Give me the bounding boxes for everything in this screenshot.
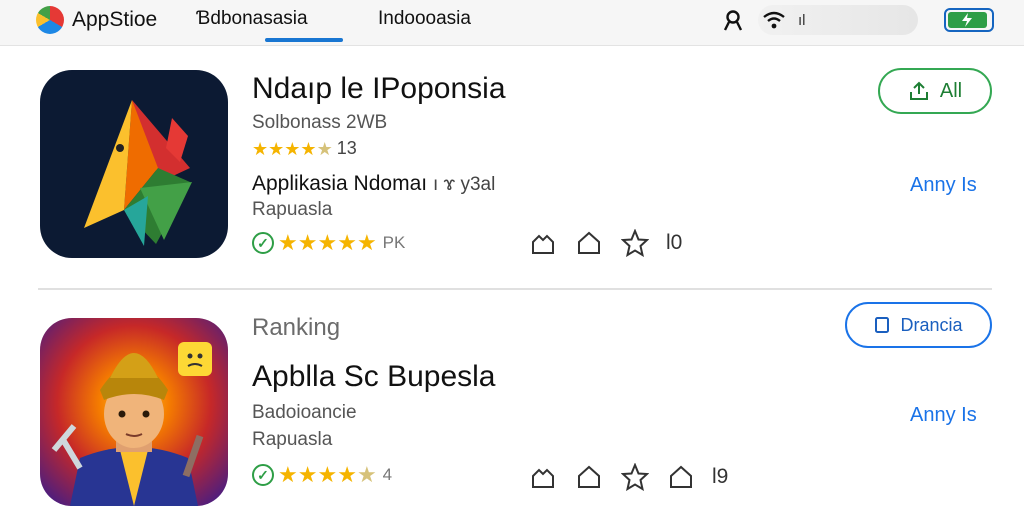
check-icon: ✓ <box>252 232 274 254</box>
app-icon-apblla[interactable] <box>40 318 228 506</box>
app-title[interactable]: Apblla Sc Bupesla <box>252 360 496 394</box>
active-tab-indicator <box>265 38 343 42</box>
app-icon-ndaip[interactable] <box>40 70 228 258</box>
wifi-icon <box>762 10 786 30</box>
star-icon: ★ <box>356 230 377 255</box>
home-icon[interactable] <box>666 462 696 492</box>
star-icon: ★ <box>337 230 357 255</box>
verified-label: PK <box>382 233 406 252</box>
action-bar: l0 <box>528 228 682 258</box>
action-bar: l9 <box>528 462 728 492</box>
side-link[interactable]: Anny Is <box>910 174 977 197</box>
actions-count: l0 <box>666 231 683 254</box>
signal-icon: ıl <box>798 11 806 29</box>
rating-stars: ★ ★ ★ ★ ★ 13 <box>252 138 357 159</box>
share-icon[interactable] <box>528 462 558 492</box>
rating-count: 13 <box>336 138 357 158</box>
home-icon[interactable] <box>574 462 604 492</box>
star-icon: ★ <box>268 138 285 159</box>
star-icon: ★ <box>284 138 301 159</box>
star-icon: ★ <box>297 462 318 487</box>
star-icon: ★ <box>278 462 298 487</box>
developer-name[interactable]: Applikasia Ndomaı <box>252 172 427 195</box>
ranking-label: Ranking <box>252 314 341 341</box>
account-icon[interactable] <box>722 9 744 31</box>
brand-name: AppStioe <box>72 8 158 31</box>
share-icon[interactable] <box>528 228 558 258</box>
star-icon: ★ <box>317 462 338 487</box>
brand[interactable]: AppStioe <box>36 6 157 34</box>
region-label: Rapuasla <box>252 429 333 450</box>
star-icon: ★ <box>300 138 317 159</box>
star-outline-icon[interactable] <box>620 462 650 492</box>
app-subtitle: Solbonass 2WB <box>252 112 388 133</box>
star-icon: ★ <box>317 230 338 255</box>
actions-count: l9 <box>712 465 729 488</box>
star-icon: ★ <box>278 230 298 255</box>
verified-rating: ✓ ★ ★ ★ ★ ★ PK <box>252 232 405 254</box>
tab-bdbonasasia[interactable]: Ɓdbonasasia <box>196 8 308 30</box>
system-tray: ıl <box>758 5 918 35</box>
get-all-button[interactable]: All <box>878 68 992 114</box>
verified-rating: ✓ ★ ★ ★ ★ ★ 4 <box>252 464 392 486</box>
tab-indoooasia[interactable]: Indoooasia <box>378 8 471 30</box>
top-bar: AppStioe Ɓdbonasasia Indoooasia ıl <box>0 0 1024 46</box>
download-button[interactable]: Drancia <box>845 302 992 348</box>
divider <box>38 288 992 290</box>
star-half-icon: ★ <box>316 138 333 159</box>
star-outline-icon[interactable] <box>620 228 650 258</box>
app-subtitle: Badoioancie <box>252 402 357 423</box>
character-portrait-icon <box>51 342 212 506</box>
app-logo-icon <box>84 100 192 246</box>
app-card[interactable]: Ndaıp le IPoponsia Solbonass 2WB ★ ★ ★ ★… <box>0 58 1024 276</box>
star-icon: ★ <box>337 462 357 487</box>
upload-icon <box>908 80 930 102</box>
verified-label: 4 <box>382 465 393 484</box>
star-half-icon: ★ <box>356 462 377 487</box>
status-area: ıl <box>722 5 994 35</box>
star-icon: ★ <box>252 138 269 159</box>
battery-icon <box>944 8 994 32</box>
download-button-label: Drancia <box>900 314 963 335</box>
developer-tag: ı ɤ y3al <box>432 174 496 195</box>
get-all-button-label: All <box>939 79 963 102</box>
region-label: Rapuasla <box>252 199 333 220</box>
battery-level <box>948 12 987 28</box>
bookmark-icon <box>874 316 890 334</box>
home-icon[interactable] <box>574 228 604 258</box>
check-icon: ✓ <box>252 464 274 486</box>
app-title[interactable]: Ndaıp le IPoponsia <box>252 72 506 106</box>
appstore-logo-icon <box>36 6 64 34</box>
star-icon: ★ <box>297 230 318 255</box>
side-link[interactable]: Anny Is <box>910 404 977 427</box>
app-card[interactable]: Ranking Apblla Sc Bupesla Badoioancie Ra… <box>0 296 1024 510</box>
developer-line: Applikasia Ndomaı ı ɤ y3al <box>252 172 495 196</box>
